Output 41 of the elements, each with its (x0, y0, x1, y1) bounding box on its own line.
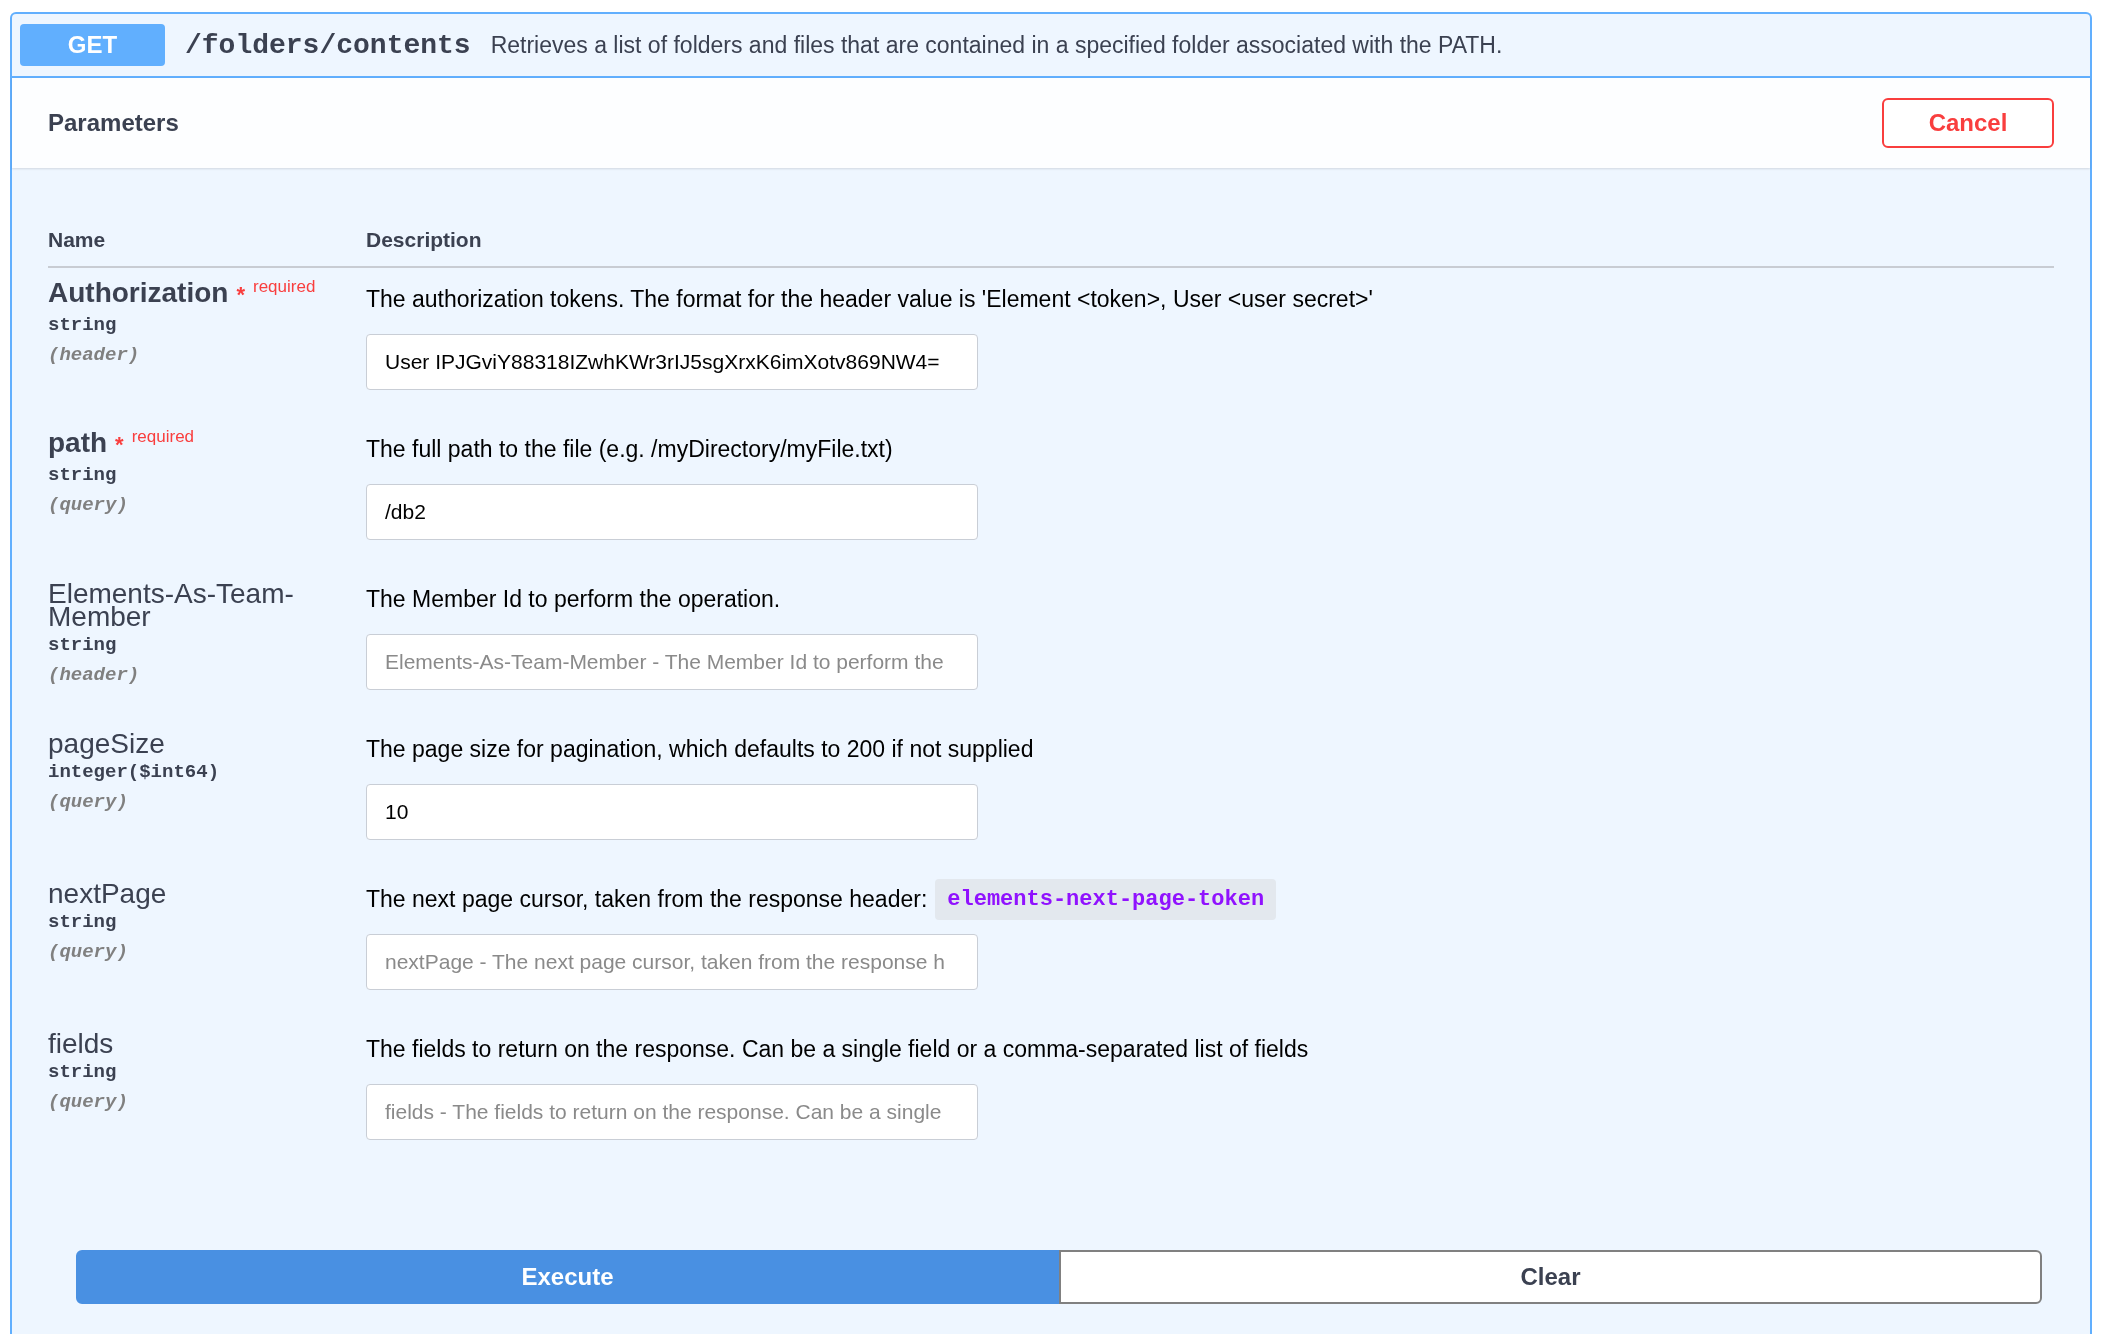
parameter-type: string (48, 634, 118, 656)
required-label: required (253, 277, 316, 297)
required-label: required (131, 427, 195, 447)
parameter-description: The next page cursor, taken from the response header: (366, 885, 928, 913)
parameter-name: fields (48, 1028, 114, 1055)
parameter-name: Authorization (48, 278, 229, 308)
method-badge: GET (20, 24, 165, 66)
parameter-input[interactable]: /db2 (366, 484, 978, 540)
parameter-name: Elements-As-Team-Member (48, 578, 295, 628)
cancel-button[interactable]: Cancel (1882, 98, 2054, 148)
endpoint-path: /folders/contents (185, 29, 471, 61)
parameter-description: The Member Id to perform the operation. (366, 585, 781, 613)
parameters-title: Parameters (48, 109, 179, 137)
required-asterisk: * (236, 282, 245, 308)
parameter-location: (query) (48, 941, 129, 963)
endpoint-summary: Retrieves a list of folders and files that are contained in a specified folder associated with the PATH. (490, 31, 1503, 59)
parameter-type: string (48, 911, 118, 933)
parameter-input[interactable]: nextPage - The next page cursor, taken from the response h (366, 934, 978, 990)
parameter-type: string (48, 314, 118, 336)
parameter-type: integer($int64) (48, 761, 221, 783)
parameter-location: (header) (48, 664, 141, 686)
parameter-location: (query) (48, 1091, 129, 1113)
parameter-type: string (48, 1061, 118, 1083)
parameter-description: The authorization tokens. The format for the header value is 'Element <token>, User <user secret>' (366, 285, 1373, 313)
clear-button[interactable]: Clear (1059, 1250, 2042, 1304)
column-header: Name (48, 228, 107, 252)
parameter-input[interactable]: 10 (366, 784, 978, 840)
required-asterisk: * (115, 432, 124, 458)
parameter-description: The fields to return on the response. Can be a single field or a comma-separated list of fields (366, 1035, 1309, 1063)
parameter-location: (header) (48, 344, 141, 366)
parameter-input[interactable]: Elements-As-Team-Member - The Member Id to perform the (366, 634, 978, 690)
parameter-description: The full path to the file (e.g. /myDirectory/myFile.txt) (366, 435, 893, 463)
parameter-name: path (48, 428, 108, 458)
parameter-location: (query) (48, 791, 129, 813)
parameter-description: The page size for pagination, which defaults to 200 if not supplied (366, 735, 1034, 763)
parameter-location: (query) (48, 494, 129, 516)
column-header: Description (366, 228, 482, 252)
header-name-code: elements-next-page-token (935, 878, 1277, 920)
parameter-type: string (48, 464, 118, 486)
parameter-input[interactable]: User IPJGviY88318IZwhKWr3rIJ5sgXrxK6imXotv869NW4= (366, 334, 978, 390)
parameter-input[interactable]: fields - The fields to return on the response. Can be a single (366, 1084, 978, 1140)
